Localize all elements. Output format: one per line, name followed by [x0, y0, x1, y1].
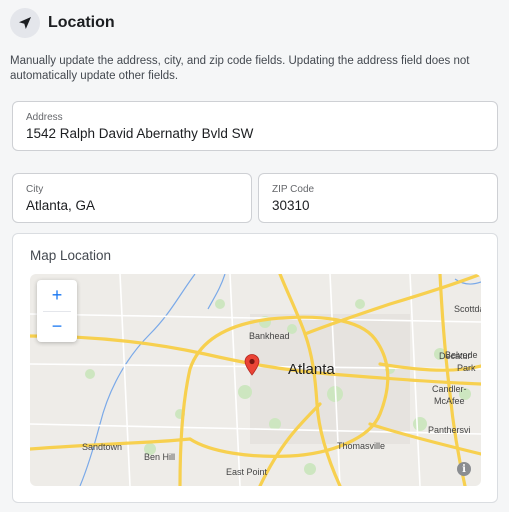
map-label-eastpoint: East Point [226, 467, 268, 477]
map-label-belvedere: Belvede [445, 350, 478, 360]
map-label-bankhead: Bankhead [249, 331, 290, 341]
zoom-out-button[interactable]: − [37, 311, 77, 342]
map-location-card: Map Location + − Bankhead Atlanta Decatu… [12, 233, 498, 503]
map-title: Map Location [30, 248, 112, 263]
city-label: City [26, 184, 44, 195]
zoom-controls: + − [37, 280, 77, 342]
map-label-thomasville: Thomasville [337, 441, 386, 451]
address-value[interactable]: 1542 Ralph David Abernathy Bvld SW [26, 126, 253, 141]
address-label: Address [26, 112, 63, 123]
zip-value[interactable]: 30310 [272, 198, 310, 213]
map-label-benhill: Ben Hill [144, 452, 176, 462]
info-icon[interactable]: i [457, 462, 471, 476]
city-value[interactable]: Atlanta, GA [26, 198, 95, 213]
map-view[interactable]: + − Bankhead Atlanta Decatur Scottda [30, 274, 481, 486]
map-label-panthersville: Panthersvi [428, 425, 471, 435]
location-pin-icon[interactable] [244, 354, 260, 376]
map-label-sandtown: Sandtown [82, 442, 123, 452]
map-label-park: Park [457, 363, 476, 373]
zip-field[interactable]: ZIP Code 30310 [258, 173, 498, 223]
map-label-atlanta: Atlanta [288, 361, 335, 378]
section-header: Location [10, 8, 115, 38]
map-background [30, 274, 481, 486]
zip-label: ZIP Code [272, 184, 315, 195]
map-label-scottdale: Scottda [454, 304, 481, 314]
page-title: Location [48, 14, 115, 31]
map-label-mcafee: McAfee [434, 396, 465, 406]
zoom-in-button[interactable]: + [37, 280, 77, 311]
navigation-arrow-icon [10, 8, 40, 38]
description-text: Manually update the address, city, and z… [10, 55, 470, 82]
map-label-candler: Candler- [432, 384, 467, 394]
city-field[interactable]: City Atlanta, GA [12, 173, 252, 223]
address-field[interactable]: Address 1542 Ralph David Abernathy Bvld … [12, 101, 498, 151]
